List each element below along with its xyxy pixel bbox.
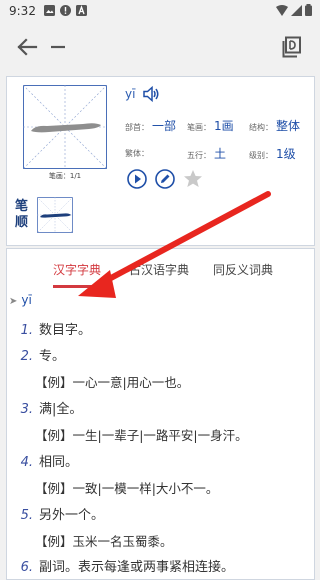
attr-structure: 结构： 整体 [249,119,301,133]
wifi-icon [276,4,288,16]
attr-five-elements: 五行：土 [187,147,227,161]
speaker-icon[interactable] [142,85,160,103]
definition-item: 2. 专。 [20,349,66,364]
definition-example: 【例】一生|一辈子|一路平安|一身汗。 [35,428,248,443]
character-grid [23,85,107,169]
definition-example: 【例】一致|一模一样|大小不一。 [35,481,219,496]
status-time: 9:32 [9,4,36,18]
definition-item: 3. 满|全。 [20,402,83,417]
definition-item: 1. 数目字。 [20,323,92,338]
definition-item: 4. 相同。 [20,455,79,470]
signal-icon [291,4,302,16]
entry-pinyin: ➤ yī [9,293,32,307]
attr-traditional: 繁体： [125,149,149,158]
write-button[interactable] [155,169,175,189]
active-tab-indicator [53,285,103,288]
stroke-order-label: 笔顺 [15,199,29,230]
character-pinyin: yī [125,87,136,101]
attr-level: 级别： 1级 [249,147,296,161]
triangle-icon: ➤ [9,296,18,307]
back-arrow-icon[interactable] [16,37,38,57]
notification-a-icon [76,5,87,16]
document-view-icon[interactable] [282,36,302,58]
status-right-icons [276,4,312,16]
definition-example: 【例】玉米一名玉蜀黍。 [35,534,173,549]
dictionary-card: 汉字字典 古汉语字典 同反义词典 ➤ yī 1. 数目字。 2. 专。 【例】一心一意… [6,248,315,580]
attr-strokes: 笔画： 1画 [187,119,234,133]
tab-classical-dictionary[interactable]: 古汉语字典 [129,261,189,278]
definition-item: 5. 另外一个。 [20,508,105,523]
stroke-count-caption: 笔画：1/1 [48,172,82,180]
battery-icon [305,4,312,16]
status-bar: 9:32 [0,0,320,24]
star-icon [184,170,202,187]
toolbar [0,24,320,70]
notification-alert-icon [60,5,71,16]
attr-radical: 部首： 一部 [125,119,177,133]
play-button[interactable] [127,169,147,189]
stroke-order-thumbnail[interactable] [37,197,73,233]
tab-synonym-antonym-dictionary[interactable]: 同反义词典 [213,261,273,278]
notification-image-icon [44,5,55,16]
favorite-star-button[interactable] [183,169,203,189]
tab-hanzi-dictionary[interactable]: 汉字字典 [53,261,101,278]
definition-item: 6. 副词。表示每逢或两事紧相连接。 [20,560,235,575]
character-card: 笔画：1/1 yī 部首： 一部 笔画： 1画 结构： 整体 繁体： 五行：土 级别：… [6,76,315,246]
minus-icon[interactable] [50,37,66,57]
definition-example: 【例】一心一意|用心一也。 [35,375,190,390]
